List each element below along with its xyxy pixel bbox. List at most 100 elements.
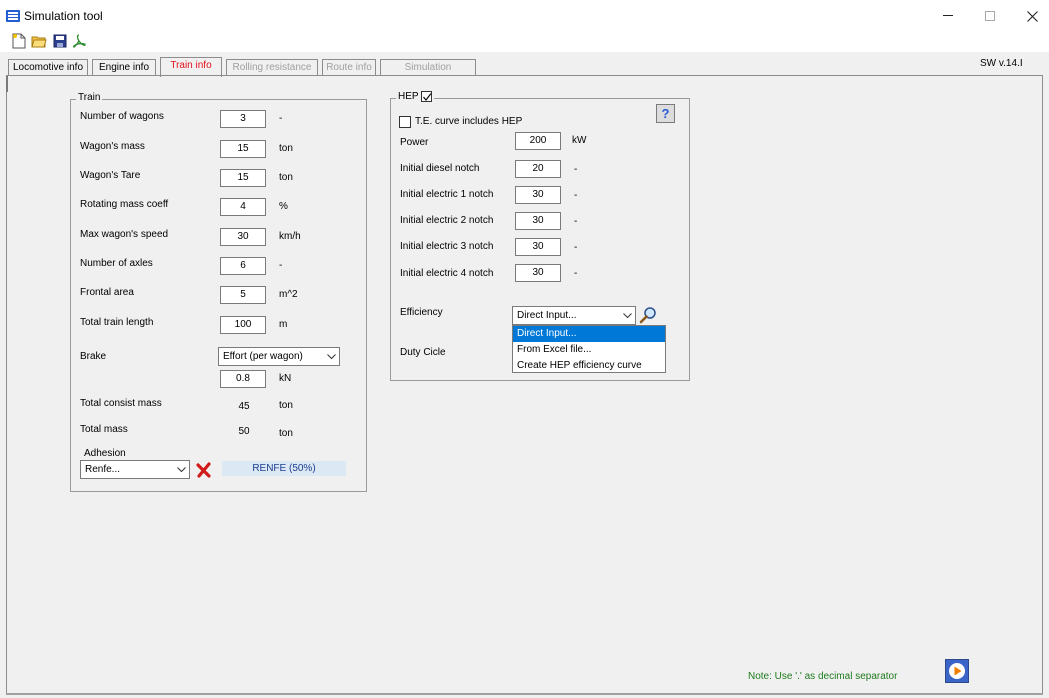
- wagon-mass-unit: ton: [279, 143, 293, 154]
- brake-value-input[interactable]: 0.8: [220, 370, 266, 388]
- initial-electric-3-notch-input[interactable]: 30: [515, 238, 561, 256]
- tab-route-info[interactable]: Route info: [322, 59, 376, 76]
- total-train-length-input[interactable]: 100: [220, 316, 266, 334]
- duty-cycle-label: Duty Cicle: [400, 347, 446, 358]
- app-logo-icon: [6, 10, 20, 22]
- hep-enabled-checkbox[interactable]: [420, 91, 432, 102]
- delete-x-icon[interactable]: [194, 460, 214, 480]
- frontal-area-label: Frontal area: [80, 287, 134, 298]
- hep-power-input[interactable]: 200: [515, 132, 561, 150]
- initial-electric-2-notch-unit: -: [574, 216, 578, 227]
- wagon-tare-label: Wagon's Tare: [80, 170, 141, 181]
- close-button[interactable]: [1014, 4, 1049, 28]
- tab-strip: Locomotive info Engine info Train info R…: [0, 55, 1049, 77]
- initial-electric-1-notch-unit: -: [574, 190, 578, 201]
- adhesion-status-badge: RENFE (50%): [222, 461, 346, 476]
- number-of-axles-unit: -: [279, 260, 283, 271]
- initial-electric-4-notch-input[interactable]: 30: [515, 264, 561, 282]
- bottom-divider: [6, 693, 1043, 695]
- wagon-mass-label: Wagon's mass: [80, 141, 145, 152]
- total-train-length-unit: m: [279, 319, 288, 330]
- efficiency-option-create-curve[interactable]: Create HEP efficiency curve: [513, 358, 665, 374]
- total-consist-mass-label: Total consist mass: [80, 398, 162, 409]
- number-of-axles-input[interactable]: 6: [220, 257, 266, 275]
- play-icon: [949, 663, 965, 679]
- adhesion-select[interactable]: Renfe...: [80, 460, 190, 479]
- initial-electric-2-notch-input[interactable]: 30: [515, 212, 561, 230]
- run-simulation-button[interactable]: [945, 659, 969, 683]
- total-consist-mass-value: 45: [238, 401, 250, 412]
- tab-train-info[interactable]: Train info: [160, 57, 222, 77]
- efficiency-option-excel-file[interactable]: From Excel file...: [513, 342, 665, 358]
- save-disk-icon[interactable]: [51, 32, 69, 50]
- title-bar: Simulation tool: [0, 0, 1049, 30]
- initial-electric-1-notch-input[interactable]: 30: [515, 186, 561, 204]
- total-mass-unit: ton: [279, 428, 293, 439]
- total-train-length-label: Total train length: [80, 317, 154, 328]
- tab-engine-info[interactable]: Engine info: [92, 59, 156, 76]
- tab-rolling-resistance[interactable]: Rolling resistance: [226, 59, 318, 76]
- brake-label: Brake: [80, 351, 107, 362]
- number-of-wagons-unit: -: [279, 113, 283, 124]
- frontal-area-unit: m^2: [279, 289, 298, 300]
- rotating-mass-coeff-unit: %: [279, 201, 288, 212]
- toolbar: [0, 30, 1049, 52]
- wagon-mass-input[interactable]: 15: [220, 140, 266, 158]
- initial-electric-2-notch-label: Initial electric 2 notch: [400, 215, 494, 226]
- efficiency-option-direct-input[interactable]: Direct Input...: [513, 326, 665, 342]
- total-mass-label: Total mass: [80, 424, 128, 435]
- acrobat-pdf-icon[interactable]: [70, 32, 88, 50]
- left-edge-marker: [6, 76, 8, 92]
- wagon-tare-unit: ton: [279, 172, 293, 183]
- te-curve-label: T.E. curve includes HEP: [415, 116, 523, 127]
- brake-mode-select[interactable]: Effort (per wagon): [218, 347, 340, 366]
- te-curve-checkbox[interactable]: [399, 116, 411, 128]
- initial-diesel-notch-label: Initial diesel notch: [400, 163, 480, 174]
- tab-simulation[interactable]: Simulation: [380, 59, 476, 76]
- magnifier-icon[interactable]: [638, 305, 658, 325]
- brake-mode-value: Effort (per wagon): [223, 351, 303, 362]
- max-wagon-speed-unit: km/h: [279, 231, 301, 242]
- max-wagon-speed-input[interactable]: 30: [220, 228, 266, 246]
- window-title: Simulation tool: [24, 9, 103, 23]
- max-wagon-speed-label: Max wagon's speed: [80, 229, 169, 240]
- chevron-down-icon: [619, 307, 635, 324]
- efficiency-select[interactable]: Direct Input...: [512, 306, 636, 325]
- number-of-wagons-label: Number of wagons: [80, 111, 164, 122]
- new-file-icon[interactable]: [10, 32, 28, 50]
- rotating-mass-coeff-label: Rotating mass coeff: [80, 199, 169, 210]
- number-of-axles-label: Number of axles: [80, 258, 153, 269]
- maximize-button[interactable]: [972, 4, 1008, 28]
- initial-electric-1-notch-label: Initial electric 1 notch: [400, 189, 494, 200]
- help-button[interactable]: ?: [656, 104, 675, 123]
- hep-power-unit: kW: [572, 135, 587, 146]
- adhesion-label: Adhesion: [84, 448, 126, 459]
- frontal-area-input[interactable]: 5: [220, 286, 266, 304]
- total-mass-value: 50: [238, 426, 250, 437]
- initial-electric-3-notch-label: Initial electric 3 notch: [400, 241, 494, 252]
- efficiency-value: Direct Input...: [517, 310, 577, 321]
- total-consist-mass-unit: ton: [279, 400, 293, 411]
- initial-electric-4-notch-label: Initial electric 4 notch: [400, 268, 494, 279]
- decimal-separator-note: Note: Use '.' as decimal separator: [748, 671, 898, 682]
- wagon-tare-input[interactable]: 15: [220, 169, 266, 187]
- initial-diesel-notch-input[interactable]: 20: [515, 160, 561, 178]
- adhesion-value: Renfe...: [85, 464, 121, 475]
- initial-electric-4-notch-unit: -: [574, 268, 578, 279]
- hep-power-label: Power: [400, 137, 429, 148]
- initial-diesel-notch-unit: -: [574, 164, 578, 175]
- number-of-wagons-input[interactable]: 3: [220, 110, 266, 128]
- chevron-down-icon: [173, 461, 189, 478]
- open-folder-icon[interactable]: [30, 32, 48, 50]
- train-group-legend: Train: [76, 92, 103, 103]
- initial-electric-3-notch-unit: -: [574, 242, 578, 253]
- hep-legend-label: HEP: [398, 91, 419, 102]
- rotating-mass-coeff-input[interactable]: 4: [220, 198, 266, 216]
- minimize-button[interactable]: [930, 4, 966, 28]
- brake-unit: kN: [279, 373, 292, 384]
- efficiency-dropdown-list: Direct Input... From Excel file... Creat…: [512, 325, 666, 373]
- tab-locomotive-info[interactable]: Locomotive info: [8, 59, 88, 76]
- hep-group-legend: HEP: [396, 91, 434, 102]
- software-version: SW v.14.I: [980, 58, 1023, 69]
- chevron-down-icon: [323, 348, 339, 365]
